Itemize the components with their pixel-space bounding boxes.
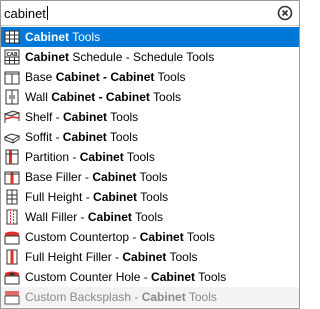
result-suffix: Schedule - Schedule Tools: [69, 50, 215, 64]
result-match: Cabinet: [87, 210, 132, 224]
result-item[interactable]: CAB Cabinet Schedule - Schedule Tools: [1, 47, 299, 67]
result-prefix: Base: [25, 70, 56, 84]
result-match: Cabinet: [151, 270, 196, 284]
result-prefix: Full Height Filler -: [25, 250, 123, 264]
result-suffix: Tools: [123, 150, 155, 164]
result-suffix: Tools: [131, 210, 164, 224]
result-item[interactable]: Base Filler - Cabinet Tools: [1, 167, 299, 187]
result-item[interactable]: Custom Countertop - Cabinet Tools: [1, 227, 299, 247]
result-suffix: Tools: [154, 70, 186, 84]
result-match: Cabinet: [93, 190, 138, 204]
result-suffix: Tools: [149, 90, 182, 104]
search-bar: [1, 1, 299, 26]
partition-icon: [5, 149, 19, 165]
custom-counter-hole-icon: [4, 271, 20, 285]
base-filler-icon: [4, 171, 20, 185]
result-prefix: Wall: [25, 90, 52, 104]
cabinet-tools-icon: [4, 30, 20, 44]
result-prefix: Wall Filler -: [25, 210, 88, 224]
result-suffix: Tools: [166, 250, 198, 264]
result-item[interactable]: Custom Counter Hole - Cabinet Tools: [1, 267, 299, 287]
result-match: Cabinet: [92, 170, 137, 184]
results-list: Cabinet Tools CAB Cabinet Schedule - Sched…: [1, 27, 299, 307]
cabinet-schedule-icon: CAB: [4, 49, 20, 65]
result-item[interactable]: Shelf - Cabinet Tools: [1, 107, 299, 127]
result-item[interactable]: Cabinet Tools: [1, 27, 299, 47]
result-item[interactable]: Full Height - Cabinet Tools: [1, 187, 299, 207]
wall-filler-icon: [6, 209, 18, 225]
full-height-icon: [6, 189, 18, 205]
result-prefix: Custom Counter Hole -: [25, 270, 152, 284]
search-input[interactable]: [4, 4, 264, 22]
clear-search-icon[interactable]: [277, 5, 293, 21]
base-cabinet-icon: [4, 71, 20, 85]
result-item[interactable]: Soffit - Cabinet Tools: [1, 127, 299, 147]
result-item: Custom Backsplash - Cabinet Tools: [1, 287, 299, 307]
result-suffix: Tools: [69, 30, 101, 44]
custom-backsplash-icon: [4, 291, 20, 305]
result-item[interactable]: Wall Filler - Cabinet Tools: [1, 207, 299, 227]
result-suffix: Tools: [183, 230, 215, 244]
result-suffix: Tools: [107, 110, 139, 124]
result-prefix: Base Filler -: [25, 170, 93, 184]
wall-cabinet-icon: [5, 89, 19, 105]
result-prefix: Full Height -: [25, 190, 94, 204]
result-match: Cabinet: [122, 250, 167, 264]
result-suffix: Tools: [136, 170, 168, 184]
search-popup: Cabinet Tools CAB Cabinet Schedule - Sched…: [0, 0, 300, 309]
result-match: Cabinet: [63, 110, 108, 124]
result-match: Cabinet: [79, 150, 124, 164]
result-prefix: Shelf -: [25, 110, 64, 124]
result-match: Cabinet: [25, 30, 70, 44]
result-item[interactable]: Partition - Cabinet Tools: [1, 147, 299, 167]
result-suffix: Tools: [195, 270, 227, 284]
result-suffix: Tools: [106, 130, 138, 144]
result-prefix: Custom Countertop -: [25, 230, 140, 244]
result-match: Cabinet: [62, 130, 107, 144]
result-suffix: Tools: [137, 190, 169, 204]
soffit-icon: [4, 133, 20, 144]
result-match: Cabinet: [141, 290, 186, 304]
result-item[interactable]: Base Cabinet - Cabinet Tools: [1, 67, 299, 87]
full-height-filler-icon: [6, 249, 18, 265]
custom-countertop-icon: [4, 231, 20, 245]
result-suffix: Tools: [185, 290, 217, 304]
result-match: Cabinet: [139, 230, 184, 244]
result-item[interactable]: Full Height Filler - Cabinet Tools: [1, 247, 299, 267]
text-caret: [47, 6, 48, 20]
result-prefix: Soffit -: [25, 130, 63, 144]
result-prefix: Custom Backsplash -: [25, 290, 142, 304]
result-item[interactable]: Wall Cabinet - Cabinet Tools: [1, 87, 299, 107]
result-prefix: Partition -: [25, 150, 80, 164]
result-match: Cabinet - Cabinet: [51, 90, 150, 104]
result-match: Cabinet - Cabinet: [55, 70, 155, 84]
result-match: Cabinet: [25, 50, 70, 64]
shelf-icon: [4, 110, 20, 123]
